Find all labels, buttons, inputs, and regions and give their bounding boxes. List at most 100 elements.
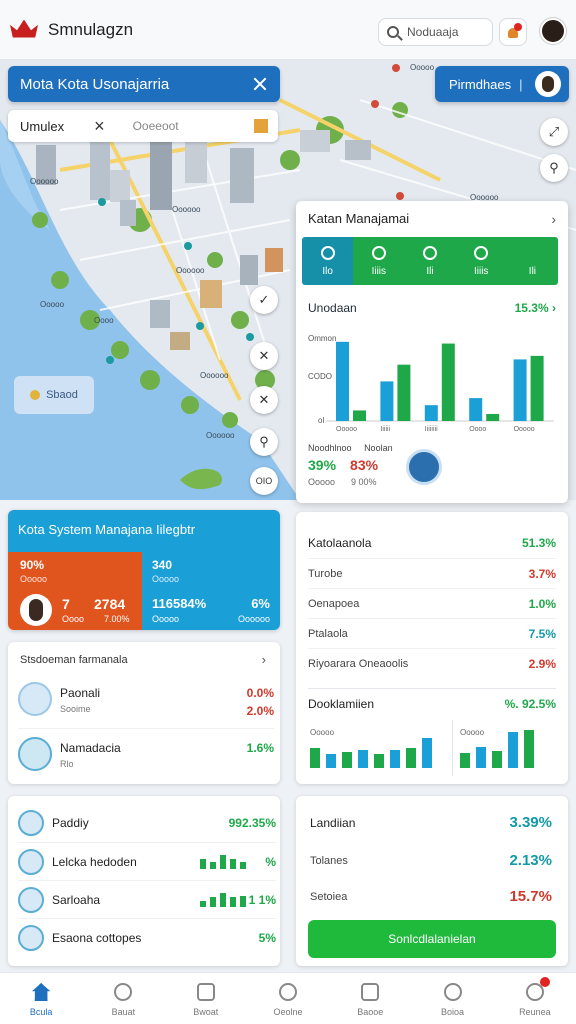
- map-filter-tag: Ooeeoot: [132, 119, 179, 133]
- category-row[interactable]: Paddiy 992.35%: [18, 804, 276, 842]
- nav-item-map[interactable]: Oeolne: [247, 973, 329, 1024]
- chart-bar[interactable]: [397, 364, 411, 421]
- nav-item-reports[interactable]: Bwoat: [165, 973, 247, 1024]
- locate-icon[interactable]: ✕: [250, 386, 278, 414]
- distribution-bar: [476, 747, 486, 768]
- distribution-bar: [422, 738, 432, 768]
- category-row[interactable]: Lelcka hedoden %: [18, 842, 276, 880]
- expand-icon[interactable]: ⤢: [540, 118, 568, 146]
- category-bar: [240, 896, 246, 907]
- mini-labels: Noodhlnoo Noolan: [308, 443, 393, 453]
- notification-button[interactable]: [499, 18, 527, 46]
- list-item[interactable]: Namadacia Rlo 1.6%: [18, 728, 274, 778]
- tab-1[interactable]: Ilo: [302, 237, 354, 285]
- summary-value: 3.39%: [509, 814, 552, 831]
- mini-label: Noolan: [364, 443, 393, 453]
- chart-bar[interactable]: [530, 355, 544, 421]
- category-name: Sarloaha: [52, 893, 101, 907]
- metric-row[interactable]: Ptalaola 7.5%: [308, 618, 556, 648]
- chart-bar[interactable]: [513, 359, 527, 421]
- chart-bar[interactable]: [380, 381, 394, 421]
- metric-label: Riyoarara Oneaoolis: [308, 657, 409, 670]
- zone-label[interactable]: Sbaod: [14, 376, 94, 414]
- svg-text:Ooooo: Ooooo: [40, 300, 65, 309]
- chart-bar[interactable]: [336, 341, 349, 421]
- x-tick-label: Iiiiiiii: [425, 426, 438, 433]
- summary-row[interactable]: Landiian 3.39%: [310, 814, 552, 831]
- tab-2[interactable]: Iiiis: [353, 237, 405, 285]
- metric-row[interactable]: Katolaanola 51.3%: [308, 528, 556, 558]
- x-tick-label: Oooo: [469, 426, 486, 433]
- chevron-right-icon[interactable]: ›: [262, 652, 266, 667]
- tab-4[interactable]: Iiiis: [455, 237, 507, 285]
- tab-label: Ili: [426, 265, 434, 277]
- category-row[interactable]: Esaona cottopes 5%: [18, 918, 276, 956]
- layers-icon[interactable]: ✕: [250, 342, 278, 370]
- close-icon[interactable]: ×: [94, 116, 105, 137]
- list-item-sub: Sooime: [60, 704, 91, 714]
- chart-bar[interactable]: [424, 405, 438, 421]
- kpi-sub: Oooo: [62, 614, 85, 624]
- metric-row[interactable]: Oenapoea 1.0%: [308, 588, 556, 618]
- nav-item-home[interactable]: Bcula: [0, 973, 82, 1024]
- metric-row[interactable]: Riyoarara Oneaoolis 2.9%: [308, 648, 556, 678]
- tools-icon[interactable]: [252, 76, 268, 92]
- kpi-value: 90%: [20, 558, 45, 572]
- chart-bar[interactable]: [441, 343, 455, 421]
- nav-item-chat[interactable]: Bauat: [82, 973, 164, 1024]
- chart-bar[interactable]: [486, 413, 500, 421]
- distribution-bar: [326, 754, 336, 768]
- list-title: Stsdoeman farmanala: [20, 654, 128, 666]
- pin-icon[interactable]: ⚲: [250, 428, 278, 456]
- kpi-left-panel[interactable]: 90% Ooooo 7 2784 Oooo 7.00%: [8, 552, 142, 630]
- profile-button[interactable]: Pirmdhaes |: [435, 66, 569, 102]
- primary-action-button[interactable]: Sonlcdlalanielan: [308, 920, 556, 958]
- search-input[interactable]: Noduaaja: [378, 18, 493, 46]
- category-bar: [220, 855, 226, 869]
- nav-label: Baooe: [357, 1007, 384, 1017]
- distribution-bar: [310, 748, 320, 768]
- building-icon: [18, 682, 52, 716]
- tab-3[interactable]: Ili: [404, 237, 456, 285]
- categories-card: Paddiy 992.35% Lelcka hedoden % Sarloaha…: [8, 796, 280, 966]
- category-bar: [240, 862, 246, 869]
- notification-badge: [539, 977, 550, 987]
- summary-row[interactable]: Setoiea 15.7%: [310, 888, 552, 905]
- user-avatar[interactable]: [540, 18, 566, 44]
- metric-row[interactable]: Turobe 3.7%: [308, 558, 556, 588]
- chart-bar[interactable]: [469, 398, 483, 421]
- category-row[interactable]: Sarloaha 1 1%: [18, 880, 276, 918]
- kpi-value: 7: [62, 596, 70, 612]
- list-icon: [525, 246, 539, 260]
- list-item[interactable]: Paonali Sooime 0.0% 2.0%: [18, 674, 274, 724]
- people-icon: [423, 245, 437, 260]
- zone-label-text: Sbaod: [46, 389, 78, 401]
- x-tick-label: Ooooo: [514, 426, 535, 433]
- tab-label: Iiiis: [371, 265, 387, 277]
- bus-icon: [18, 737, 52, 771]
- kpi-right-panel[interactable]: 340 Ooooo 116584% 6% Ooooo Oooooo: [142, 552, 280, 630]
- map-filter[interactable]: Umulex × Ooeeoot: [8, 110, 278, 142]
- y-tick-label: CODO: [308, 372, 332, 381]
- svg-text:Oooooo: Oooooo: [30, 177, 59, 186]
- nav-item-alerts[interactable]: Baooe: [329, 973, 411, 1024]
- location-icon: [443, 983, 462, 1001]
- notification-badge: [514, 23, 522, 31]
- zoom-control[interactable]: OIO: [250, 467, 278, 495]
- list-item-value: 0.0%: [246, 686, 274, 700]
- chevron-right-icon[interactable]: ›: [551, 211, 556, 227]
- nav-item-profile[interactable]: Reunea: [494, 973, 576, 1024]
- mini-subs: Ooooo 9 00%: [308, 477, 408, 487]
- chart-bar[interactable]: [353, 410, 366, 421]
- tab-5[interactable]: Ili: [506, 237, 558, 285]
- pin-icon[interactable]: ⚲: [540, 154, 568, 182]
- nav-item-location[interactable]: Boioa: [411, 973, 493, 1024]
- metric-value: 1.0%: [528, 596, 556, 611]
- kpi-title: Kota System Manajana Iilegbtr: [8, 510, 280, 552]
- category-icon: [18, 887, 44, 913]
- summary-row[interactable]: Tolanes 2.13%: [310, 852, 552, 869]
- compass-icon[interactable]: ✓: [250, 286, 278, 314]
- overlay-title: Katan Manajamai: [308, 211, 410, 226]
- map-pin-icon: [278, 983, 297, 1001]
- search-value: Noduaaja: [407, 25, 459, 39]
